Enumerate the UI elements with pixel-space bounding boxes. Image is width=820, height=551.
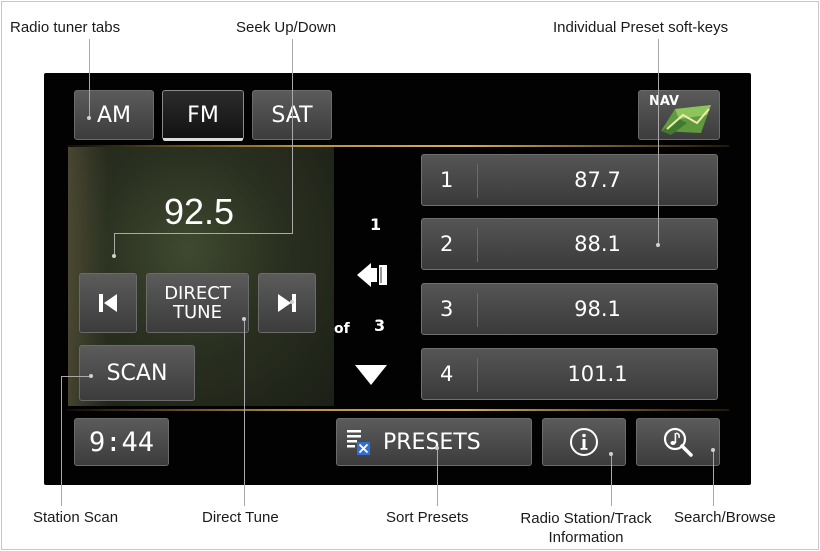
skip-next-icon — [276, 292, 298, 314]
page-current: 1 — [370, 215, 382, 234]
current-frequency: 92.5 — [163, 191, 235, 232]
leader-line-sort-presets — [437, 447, 438, 506]
callout-direct-tune: Direct Tune — [202, 509, 279, 526]
callout-search-browse: Search/Browse — [674, 509, 776, 526]
leader-line-scan — [61, 376, 62, 506]
triangle-down-icon — [353, 363, 389, 387]
leader-dot-station-info — [609, 452, 613, 456]
music-search-icon — [662, 426, 694, 458]
callout-station-scan: Station Scan — [33, 509, 119, 526]
preset-button-4[interactable]: 4 101.1 — [421, 348, 718, 400]
preset-number: 2 — [440, 232, 454, 256]
callout-station-info: Radio Station/Track Information — [508, 509, 664, 547]
leader-dot-seek-up — [290, 300, 294, 304]
leader-line-seek-horizontal — [114, 233, 293, 234]
preset-button-3[interactable]: 3 98.1 — [421, 283, 718, 335]
map-icon — [657, 103, 715, 137]
direct-tune-line2: TUNE — [172, 302, 222, 323]
preset-frequency: 88.1 — [574, 232, 621, 256]
callout-radio-tuner-tabs: Radio tuner tabs — [10, 19, 121, 36]
tab-fm[interactable]: FM — [162, 90, 244, 141]
station-info-button[interactable] — [542, 418, 626, 466]
leader-dot-direct-tune — [242, 317, 246, 321]
search-browse-button[interactable] — [636, 418, 720, 466]
leader-line-direct-tune — [244, 318, 245, 506]
callout-station-info-line1: Radio Station/Track — [520, 510, 652, 527]
leader-line-station-info — [611, 453, 612, 506]
leader-dot-sort-presets — [435, 446, 439, 450]
preset-button-2[interactable]: 2 88.1 — [421, 218, 718, 270]
info-icon — [569, 427, 599, 457]
leader-dot-tabs — [87, 116, 91, 120]
leader-line-seek-down — [114, 233, 115, 255]
sort-list-icon — [347, 429, 371, 455]
leader-dot-search-browse — [711, 448, 715, 452]
page-down-button[interactable] — [353, 363, 389, 387]
preset-number: 3 — [440, 297, 454, 321]
leader-line-scan-horizontal — [61, 376, 91, 377]
clock-display: 9:44 — [74, 418, 169, 466]
preset-button-1[interactable]: 1 87.7 — [421, 154, 718, 206]
direct-tune-line1: DIRECT — [164, 283, 231, 304]
preset-number: 4 — [440, 362, 454, 386]
tab-am[interactable]: AM — [74, 90, 154, 140]
leader-dot-scan — [89, 374, 93, 378]
preset-frequency: 101.1 — [567, 362, 628, 386]
back-arrow-icon — [357, 261, 391, 289]
leader-dot-presets — [656, 243, 660, 247]
radio-screen: AM FM SAT NAV 92.5 DIRECT TUNE SCAN 1 of… — [44, 73, 751, 485]
preset-number: 1 — [440, 168, 454, 192]
leader-line-tabs — [89, 39, 90, 117]
leader-line-search-browse — [713, 449, 714, 506]
bottom-gold-divider — [67, 409, 729, 411]
callout-seek-up-down: Seek Up/Down — [236, 19, 337, 36]
skip-previous-icon — [97, 292, 119, 314]
nav-button[interactable]: NAV — [638, 90, 720, 140]
scan-button[interactable]: SCAN — [79, 345, 195, 401]
seek-up-button[interactable] — [258, 273, 316, 333]
presets-button-label: PRESETS — [383, 429, 481, 455]
page-of-label: of — [334, 321, 350, 337]
leader-line-seek — [292, 39, 293, 233]
direct-tune-button[interactable]: DIRECT TUNE — [146, 273, 249, 333]
callout-sort-presets: Sort Presets — [386, 509, 469, 526]
preset-frequency: 98.1 — [574, 297, 621, 321]
seek-down-button[interactable] — [79, 273, 137, 333]
preset-frequency: 87.7 — [574, 168, 621, 192]
page-total: 3 — [374, 316, 386, 335]
leader-dot-seek-down — [112, 254, 116, 258]
callout-station-info-line2: Information — [548, 529, 624, 546]
presets-sort-button[interactable]: PRESETS — [336, 418, 532, 466]
page-back-button[interactable] — [357, 261, 391, 289]
leader-line-presets — [658, 39, 659, 244]
callout-individual-presets: Individual Preset soft-keys — [553, 19, 729, 36]
